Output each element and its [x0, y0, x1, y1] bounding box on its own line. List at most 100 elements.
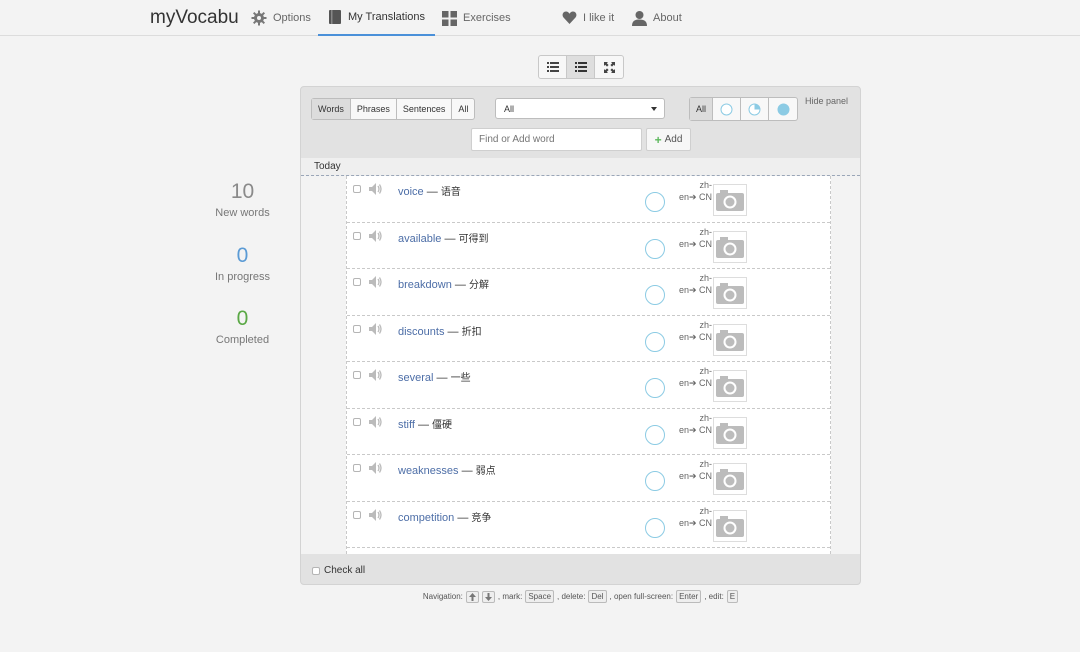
speaker-icon[interactable] — [367, 321, 383, 337]
list-icon — [546, 62, 559, 72]
word-translation: 可得到 — [458, 233, 489, 245]
vocab-panel: Words Phrases Sentences All All All Hide… — [300, 86, 861, 585]
row-checkbox[interactable] — [353, 185, 361, 193]
status-circle[interactable] — [645, 285, 665, 305]
hide-panel-link[interactable]: Hide panel — [805, 96, 848, 106]
nav-exercises[interactable]: Exercises — [442, 0, 511, 36]
word-row[interactable]: voice — 语音 zh-en➔ CN — [347, 176, 830, 223]
row-checkbox[interactable] — [353, 278, 361, 286]
brand-logo[interactable]: myVocabu — [150, 7, 239, 29]
enter-key: Enter — [676, 590, 702, 603]
word-text[interactable]: weaknesses — [398, 465, 459, 477]
check-all-checkbox[interactable] — [312, 566, 320, 575]
status-circle[interactable] — [645, 331, 665, 352]
view-detailed-button[interactable] — [567, 56, 595, 78]
word-entry: stiff — 僵硬 — [398, 418, 453, 431]
status-circle[interactable] — [645, 471, 665, 491]
language-pair: zh-en➔ CN — [678, 319, 712, 342]
word-row[interactable]: stiff — 僵硬 zh-en➔ CN — [347, 409, 830, 455]
camera-icon[interactable] — [713, 184, 747, 216]
speaker-icon[interactable] — [367, 507, 383, 523]
plus-icon: + — [654, 132, 662, 147]
row-checkbox[interactable] — [353, 417, 361, 426]
word-text[interactable]: stiff — [398, 419, 415, 431]
word-text[interactable]: several — [398, 372, 433, 384]
speaker-icon[interactable] — [367, 228, 383, 244]
filter-sentences-button[interactable]: Sentences — [397, 99, 453, 119]
word-text[interactable]: competition — [398, 512, 454, 524]
stat-new-words: 10 New words — [200, 180, 285, 219]
camera-icon[interactable] — [713, 230, 747, 263]
top-nav: myVocabu Options My Translations Exercis… — [0, 0, 1080, 36]
word-text[interactable]: available — [398, 233, 441, 245]
word-text[interactable]: breakdown — [398, 279, 452, 291]
camera-icon[interactable] — [713, 370, 747, 402]
language-select[interactable]: All — [495, 98, 665, 119]
word-row[interactable]: competition — 竞争 zh-en➔ CN — [347, 502, 830, 548]
row-checkbox[interactable] — [353, 231, 361, 240]
status-circle[interactable] — [645, 517, 665, 538]
status-circle[interactable] — [645, 238, 665, 259]
speaker-icon[interactable] — [367, 460, 383, 476]
speaker-icon[interactable] — [367, 181, 383, 197]
word-entry: available — 可得到 — [398, 232, 489, 245]
arrow-up-key — [465, 590, 479, 603]
status-all-button[interactable]: All — [690, 98, 714, 120]
status-progress-button[interactable] — [741, 98, 770, 120]
circle-empty-icon — [720, 103, 733, 115]
word-row[interactable]: available — 可得到 zh-en➔ CN — [347, 223, 830, 269]
view-compact-button[interactable] — [539, 56, 567, 78]
word-text[interactable]: voice — [398, 186, 424, 198]
row-checkbox[interactable] — [353, 464, 361, 472]
nav-my-translations-label: My Translations — [348, 11, 426, 23]
view-fullscreen-button[interactable] — [595, 56, 623, 78]
group-header: Today — [301, 158, 860, 176]
word-entry: breakdown — 分解 — [398, 279, 489, 291]
nav-i-like-it[interactable]: I like it — [562, 0, 614, 36]
row-checkbox[interactable] — [353, 510, 361, 519]
word-entry: voice — 语音 — [398, 186, 461, 198]
arrow-down-icon — [484, 592, 492, 601]
add-word-button[interactable]: + Add — [646, 128, 691, 151]
panel-footer: Check all — [301, 557, 860, 584]
word-row[interactable]: breakdown — 分解 zh-en➔ CN — [347, 269, 830, 316]
status-completed-button[interactable] — [769, 98, 797, 120]
nav-about[interactable]: About — [632, 0, 682, 36]
word-row[interactable]: several — 一些 zh-en➔ CN — [347, 362, 830, 409]
status-new-button[interactable] — [713, 98, 742, 120]
word-row[interactable]: discounts — 折扣 zh-en➔ CN — [347, 316, 830, 362]
add-word-label: Add — [664, 134, 683, 145]
keyboard-help: Navigation: , mark: Space , delete: Del … — [300, 590, 861, 603]
language-pair: zh-en➔ CN — [678, 180, 712, 202]
row-checkbox[interactable] — [353, 371, 361, 379]
nav-options[interactable]: Options — [251, 0, 311, 36]
word-row[interactable]: weaknesses — 弱点 zh-en➔ CN — [347, 455, 830, 502]
nav-my-translations[interactable]: My Translations — [318, 0, 436, 36]
speaker-icon[interactable] — [367, 274, 383, 290]
camera-icon[interactable] — [713, 416, 747, 449]
fullscreen-icon — [603, 61, 615, 73]
status-circle[interactable] — [645, 424, 665, 445]
nav-options-label: Options — [273, 12, 311, 24]
caret-down-icon — [651, 107, 657, 111]
filter-phrases-button[interactable]: Phrases — [351, 99, 397, 119]
camera-icon[interactable] — [713, 277, 747, 309]
stat-completed-value: 0 — [236, 307, 249, 330]
search-input[interactable] — [471, 128, 642, 151]
speaker-icon[interactable] — [367, 414, 383, 430]
word-entry: competition — 竞争 — [398, 511, 492, 524]
status-circle[interactable] — [645, 378, 665, 398]
stat-in-progress: 0 In progress — [200, 244, 285, 283]
filter-words-button[interactable]: Words — [312, 99, 351, 119]
filter-all-button[interactable]: All — [452, 99, 474, 119]
camera-icon[interactable] — [713, 463, 747, 495]
speaker-icon[interactable] — [367, 367, 383, 383]
check-all-label[interactable]: Check all — [324, 565, 365, 576]
word-text[interactable]: discounts — [398, 326, 444, 338]
status-circle[interactable] — [645, 192, 665, 212]
row-checkbox[interactable] — [353, 324, 361, 333]
camera-icon[interactable] — [713, 323, 747, 356]
del-key: Del — [588, 590, 607, 603]
word-list[interactable]: voice — 语音 zh-en➔ CN available — 可得到 zh-… — [301, 176, 860, 554]
camera-icon[interactable] — [713, 509, 747, 542]
